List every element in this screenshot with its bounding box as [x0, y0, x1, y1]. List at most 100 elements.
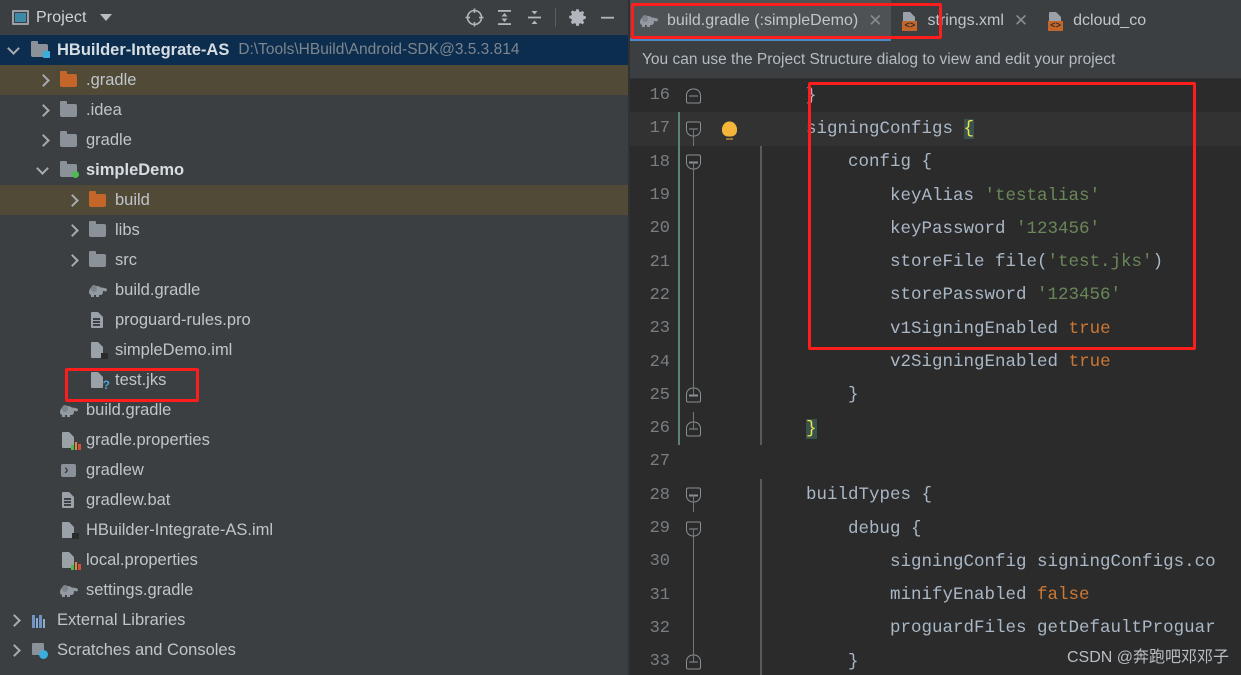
editor-tab-bar: build.gradle (:simpleDemo) ✕ <> strings.xml…	[630, 0, 1241, 41]
fold-gutter[interactable]	[676, 345, 716, 379]
code-line[interactable]: 33 }	[630, 645, 1241, 675]
fold-end-icon[interactable]	[686, 88, 701, 104]
tree-node-libs[interactable]: libs	[0, 215, 630, 245]
editor-notification-banner: You can use the Project Structure dialog…	[630, 41, 1241, 79]
fold-guide-line	[693, 495, 694, 512]
editor-tab-build-gradle-simpledemo[interactable]: build.gradle (:simpleDemo) ✕	[630, 0, 892, 41]
line-number: 23	[649, 319, 670, 339]
fold-gutter[interactable]	[676, 378, 716, 412]
code-line[interactable]: 25 }	[630, 378, 1241, 412]
code-line[interactable]: 27	[630, 445, 1241, 478]
tree-node-settings-gradle[interactable]: settings.gradle	[0, 575, 630, 605]
fold-gutter[interactable]	[676, 112, 716, 146]
select-opened-file-icon[interactable]	[459, 3, 489, 33]
chevron-right-icon[interactable]	[66, 254, 79, 267]
tree-node-src[interactable]: src	[0, 245, 630, 275]
chevron-right-icon[interactable]	[66, 194, 79, 207]
hide-panel-icon[interactable]	[592, 3, 622, 33]
code-line[interactable]: 18 config {	[630, 145, 1241, 179]
tree-node-gradle[interactable]: .gradle	[0, 65, 630, 95]
fold-gutter[interactable]	[676, 278, 716, 313]
tree-node-idea[interactable]: .idea	[0, 95, 630, 125]
intention-bulb-icon[interactable]	[722, 121, 737, 140]
code-editor[interactable]: 16 } 17 signingConfigs {18 config {19 key…	[630, 79, 1241, 675]
fold-gutter[interactable]	[676, 178, 716, 213]
code-line[interactable]: 26 }	[630, 411, 1241, 446]
chevron-right-icon[interactable]	[8, 614, 21, 627]
tree-node-test-jks[interactable]: ? test.jks	[0, 365, 630, 395]
fold-gutter[interactable]	[676, 411, 716, 445]
tree-node-gradle-properties[interactable]: gradle.properties	[0, 425, 630, 455]
fold-gutter[interactable]	[676, 146, 716, 179]
editor-tab-dcloud-co[interactable]: <> dcloud_co	[1037, 0, 1155, 41]
tree-node-scratches-and-consoles[interactable]: Scratches and Consoles	[0, 635, 630, 665]
tree-node-build[interactable]: build	[0, 185, 630, 215]
code-line[interactable]: 24 v2SigningEnabled true	[630, 345, 1241, 379]
indent-guide	[760, 611, 762, 646]
chevron-right-icon[interactable]	[37, 104, 50, 117]
chevron-right-icon[interactable]	[66, 224, 79, 237]
editor-tab-strings-xml[interactable]: <> strings.xml ✕	[891, 0, 1037, 41]
indent-guide	[760, 511, 762, 546]
project-tree[interactable]: HBuilder-Integrate-AS D:\Tools\HBuild\And…	[0, 35, 630, 675]
fold-gutter[interactable]	[676, 512, 716, 546]
tree-node-label: HBuilder-Integrate-AS	[57, 40, 230, 59]
gradle-file-icon	[59, 401, 79, 419]
fold-gutter[interactable]	[676, 245, 716, 279]
fold-gutter[interactable]	[676, 212, 716, 246]
code-line[interactable]: 17 signingConfigs {	[630, 112, 1241, 146]
collapse-all-icon[interactable]	[519, 3, 549, 33]
code-line[interactable]: 31 minifyEnabled false	[630, 578, 1241, 612]
tree-node-label: local.properties	[86, 550, 198, 569]
tree-node-simpledemo-iml[interactable]: simpleDemo.iml	[0, 335, 630, 365]
fold-gutter[interactable]	[676, 645, 716, 675]
chevron-down-icon[interactable]	[37, 164, 50, 177]
fold-gutter[interactable]	[676, 578, 716, 612]
tree-node-external-libraries[interactable]: External Libraries	[0, 605, 630, 635]
tree-node-hbuilder-integrate-as[interactable]: HBuilder-Integrate-AS D:\Tools\HBuild\And…	[0, 35, 630, 65]
tree-node-label: HBuilder-Integrate-AS.iml	[86, 520, 274, 539]
editor-area: build.gradle (:simpleDemo) ✕ <> strings.xml…	[630, 0, 1241, 675]
project-title-group[interactable]: Project	[12, 9, 112, 27]
fold-gutter[interactable]	[676, 479, 716, 512]
tree-node-gradlew[interactable]: gradlew	[0, 455, 630, 485]
fold-gutter[interactable]	[676, 312, 716, 346]
code-line[interactable]: 21 storeFile file('test.jks')	[630, 245, 1241, 279]
code-line[interactable]: 23 v1SigningEnabled true	[630, 312, 1241, 346]
tree-node-gradlew-bat[interactable]: gradlew.bat	[0, 485, 630, 515]
tree-node-local-properties[interactable]: local.properties	[0, 545, 630, 575]
chevron-down-icon[interactable]	[99, 14, 112, 21]
code-line[interactable]: 30 signingConfig signingConfigs.co	[630, 545, 1241, 579]
expand-all-icon[interactable]	[489, 3, 519, 33]
tree-node-proguard-rules-pro[interactable]: proguard-rules.pro	[0, 305, 630, 335]
code-line[interactable]: 28 buildTypes {	[630, 478, 1241, 512]
chevron-right-icon[interactable]	[8, 644, 21, 657]
code-line[interactable]: 29 debug {	[630, 511, 1241, 546]
fold-gutter[interactable]	[676, 79, 716, 112]
code-line[interactable]: 19 keyAlias 'testalias'	[630, 178, 1241, 213]
fold-gutter[interactable]	[676, 445, 716, 478]
fold-gutter[interactable]	[676, 611, 716, 646]
chevron-down-icon[interactable]	[8, 44, 21, 57]
code-line[interactable]: 20 keyPassword '123456'	[630, 212, 1241, 246]
chevron-right-icon[interactable]	[37, 74, 50, 87]
tree-node-hbuilder-integrate-as-iml[interactable]: HBuilder-Integrate-AS.iml	[0, 515, 630, 545]
chevron-right-icon[interactable]	[37, 134, 50, 147]
line-number: 20	[649, 219, 670, 239]
tree-node-gradle[interactable]: gradle	[0, 125, 630, 155]
annotation-gutter	[678, 312, 764, 346]
close-icon[interactable]: ✕	[1014, 11, 1028, 31]
folder-icon	[88, 251, 108, 269]
settings-gear-icon[interactable]	[562, 3, 592, 33]
annotation-gutter	[678, 245, 764, 279]
tree-node-simpledemo[interactable]: simpleDemo	[0, 155, 630, 185]
code-line[interactable]: 32 proguardFiles getDefaultProguar	[630, 611, 1241, 646]
code-line[interactable]: 16 }	[630, 79, 1241, 112]
fold-gutter[interactable]	[676, 545, 716, 579]
close-icon[interactable]: ✕	[868, 11, 882, 31]
project-toolbar-actions	[459, 3, 622, 33]
code-line-text: config {	[764, 152, 933, 173]
code-line[interactable]: 22 storePassword '123456'	[630, 278, 1241, 313]
tree-node-build-gradle[interactable]: build.gradle	[0, 275, 630, 305]
tree-node-build-gradle[interactable]: build.gradle	[0, 395, 630, 425]
